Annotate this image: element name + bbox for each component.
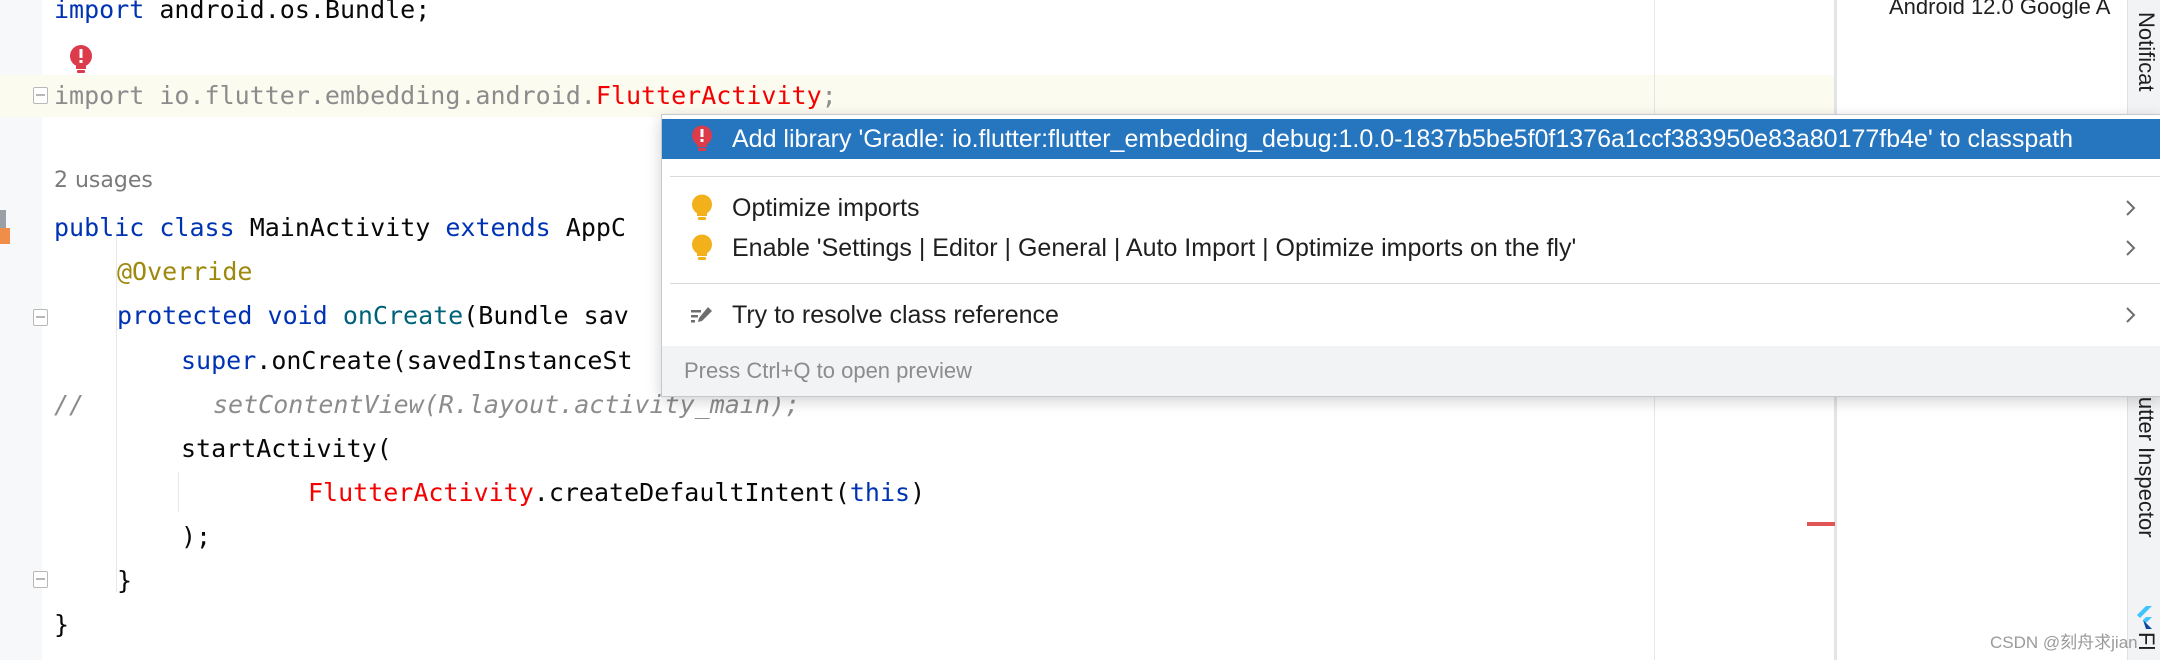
edit-pencil-icon: [691, 307, 712, 323]
keyword: public: [54, 213, 145, 242]
keyword: extends: [445, 213, 551, 242]
fold-marker[interactable]: [33, 309, 48, 326]
gutter-modified-marker: [0, 228, 10, 244]
code-line-close-paren[interactable]: );: [181, 517, 211, 557]
code-text: );: [181, 522, 212, 551]
code-text: .createDefaultIntent(: [533, 478, 850, 507]
keyword: void: [267, 301, 328, 330]
code-line-override[interactable]: @Override: [117, 252, 252, 292]
bulb-icon: [692, 194, 712, 220]
method-name: onCreate: [342, 301, 464, 330]
error-bulb-icon[interactable]: [68, 44, 94, 76]
code-text: ): [910, 478, 926, 507]
optimize-imports-action[interactable]: Optimize imports: [662, 188, 2160, 228]
intention-actions-popup[interactable]: Add library 'Gradle: io.flutter:flutter_…: [661, 114, 2160, 397]
chevron-right-icon: [2126, 200, 2136, 216]
code-text: }: [54, 610, 70, 639]
unresolved-class[interactable]: FlutterActivity: [596, 81, 822, 110]
annotation: @Override: [117, 257, 253, 286]
code-line-super-oncreate[interactable]: super.onCreate(savedInstanceSt: [181, 341, 633, 381]
code-line-oncreate[interactable]: protected void onCreate(Bundle sav: [117, 296, 629, 336]
chevron-right-icon: [2126, 307, 2136, 323]
notifications-tab[interactable]: Notificat: [2133, 12, 2159, 91]
resolve-class-action[interactable]: Try to resolve class reference: [662, 295, 2160, 335]
enable-optimize-on-fly-action[interactable]: Enable 'Settings | Editor | General | Au…: [662, 228, 2160, 268]
code-line-close-method[interactable]: }: [117, 561, 132, 601]
usages-hint[interactable]: 2 usages: [54, 168, 153, 193]
code-text: }: [117, 566, 133, 595]
code-text: import io.flutter.embedding.android.: [54, 81, 596, 110]
code-text: AppC: [550, 213, 626, 242]
bulb-icon: [692, 234, 712, 260]
code-text: ;: [821, 81, 837, 110]
keyword: this: [849, 478, 911, 507]
action-label: Add library 'Gradle: io.flutter:flutter_…: [732, 124, 2074, 153]
class-name: MainActivity: [234, 213, 446, 242]
comment-slashes: //: [54, 390, 85, 419]
code-line-create-intent[interactable]: FlutterActivity.createDefaultIntent(this…: [308, 473, 925, 513]
preview-hint: Press Ctrl+Q to open preview: [684, 358, 972, 383]
code-line-import-flutter[interactable]: import io.flutter.embedding.android.Flut…: [54, 76, 837, 116]
code-line-close-class[interactable]: }: [54, 605, 69, 645]
code-line-import-bundle[interactable]: import android.os.Bundle;: [54, 0, 430, 30]
code-text: android.os.Bundle;: [144, 0, 431, 24]
separator: [670, 283, 2160, 284]
code-text: .onCreate(savedInstanceSt: [256, 346, 633, 375]
code-text: (Bundle sav: [463, 301, 629, 330]
indent-guide: [178, 472, 179, 512]
flutter-inspector-tab[interactable]: lutter Inspector: [2133, 392, 2159, 538]
code-line-startactivity[interactable]: startActivity(: [181, 429, 392, 469]
unresolved-class[interactable]: FlutterActivity: [308, 478, 534, 507]
popup-footer: Press Ctrl+Q to open preview: [662, 346, 2160, 396]
code-text: startActivity(: [181, 434, 392, 463]
fold-marker[interactable]: [33, 87, 48, 104]
add-library-action[interactable]: Add library 'Gradle: io.flutter:flutter_…: [662, 119, 2160, 159]
keyword: super: [181, 346, 257, 375]
action-label: Optimize imports: [732, 193, 920, 222]
chevron-right-icon: [2126, 240, 2136, 256]
code-line-class-decl[interactable]: public class MainActivity extends AppC: [54, 208, 626, 248]
device-label[interactable]: Android 12.0 Google A: [1889, 0, 2110, 20]
action-label: Enable 'Settings | Editor | General | Au…: [732, 233, 1577, 262]
error-bulb-icon: [692, 125, 712, 151]
separator: [670, 176, 2160, 177]
keyword: class: [159, 213, 235, 242]
watermark: CSDN @刻舟求jian: [1990, 633, 2138, 652]
keyword: import: [54, 0, 145, 24]
flutter-icon[interactable]: [2134, 606, 2156, 630]
keyword: protected: [117, 301, 253, 330]
action-label: Try to resolve class reference: [732, 300, 1059, 329]
fold-marker[interactable]: [33, 571, 48, 588]
error-stripe-marker[interactable]: [1807, 522, 1835, 526]
code-line-comment[interactable]: //: [54, 385, 84, 425]
